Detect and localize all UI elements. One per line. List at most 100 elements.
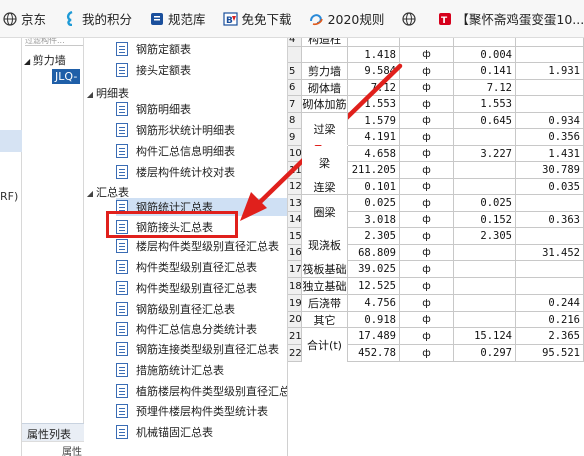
tree-node-shear-wall[interactable]: ◢ 剪力墙: [24, 52, 66, 68]
collapse-triangle-icon[interactable]: ◢: [84, 189, 96, 198]
left-edge-selected[interactable]: [0, 130, 22, 152]
table-row[interactable]: 4 构造柱: [288, 38, 584, 47]
report-item[interactable]: 构件汇总信息分类统计表: [116, 320, 261, 338]
bookmark-rules[interactable]: 2020规则: [309, 9, 384, 28]
report-item[interactable]: 楼层构件统计校对表: [116, 163, 239, 181]
bookmark-label: 我的积分: [82, 12, 133, 27]
value-a: 1.553: [454, 96, 516, 113]
table-row[interactable]: 21 合计(t) 17.489 ф 15.124 2.365: [288, 328, 584, 362]
value-b: [516, 261, 584, 278]
table-row[interactable]: 18 独立基础 12.525 ф: [288, 278, 584, 295]
bookmark-jd[interactable]: 京东: [2, 9, 46, 28]
tree-filter-input[interactable]: 过滤构件...: [25, 38, 83, 46]
globe-icon: [2, 11, 17, 26]
total-weight: 12.525: [348, 278, 400, 295]
report-item[interactable]: 机械锚固汇总表: [116, 423, 217, 441]
total-weight: 2.305: [348, 228, 400, 245]
total-weight: 68.809: [348, 245, 400, 261]
report-item[interactable]: 钢筋级别直径汇总表: [116, 300, 239, 318]
component-name: 后浇带: [302, 295, 348, 312]
grade-symbol: ф: [400, 195, 454, 212]
report-doc-icon: [116, 342, 128, 356]
bookmark-label: 规范库: [168, 12, 206, 27]
table-row[interactable]: 17 筏板基础 39.025 ф: [288, 261, 584, 278]
report-doc-icon: [116, 322, 128, 336]
value-a: 0.152: [454, 212, 516, 228]
collapse-triangle-icon[interactable]: ◢: [84, 90, 96, 99]
total-weight: 17.489: [348, 328, 400, 345]
points-icon: [63, 11, 78, 26]
table-row[interactable]: 8 过梁 1.579 ф 0.645 0.934: [288, 113, 584, 145]
book-icon: [149, 11, 164, 26]
properties-panel-title[interactable]: 属性列表: [22, 423, 84, 441]
report-item-label: 机械锚固汇总表: [136, 426, 213, 439]
table-row[interactable]: 19 后浇带 4.756 ф 0.244: [288, 295, 584, 312]
row-index: 18: [288, 278, 302, 295]
value-b: [516, 195, 584, 212]
value-a: [454, 179, 516, 195]
total-weight: 39.025: [348, 261, 400, 278]
bookmark-globe[interactable]: [401, 11, 420, 26]
table-row[interactable]: 6 砌体墙 7.12 ф 7.12: [288, 80, 584, 96]
table-row[interactable]: 10 梁 4.658 ф 3.227 1.431: [288, 146, 584, 179]
report-item[interactable]: 接头定额表: [116, 61, 195, 79]
report-item[interactable]: 钢筋连接类型级别直径汇总表: [116, 340, 283, 358]
grade-symbol: ф: [400, 179, 454, 195]
total-weight: 3.018: [348, 212, 400, 228]
bookmark-standards[interactable]: 规范库: [149, 9, 206, 28]
component-name: 筏板基础: [302, 261, 348, 278]
report-item[interactable]: 钢筋定额表: [116, 40, 195, 58]
report-item[interactable]: 预埋件楼层构件类型统计表: [116, 402, 272, 420]
report-item-label: 预埋件楼层构件类型统计表: [136, 405, 268, 418]
row-index: 13: [288, 195, 302, 212]
value-a: [454, 312, 516, 328]
report-item[interactable]: 构件汇总信息明细表: [116, 142, 239, 160]
report-item[interactable]: 措施筋统计汇总表: [116, 361, 228, 379]
tree-node-jlq[interactable]: JLQ-: [52, 69, 81, 84]
value-b: 1.431: [516, 146, 584, 162]
report-item[interactable]: 植筋楼层构件类型级别直径汇总表: [116, 382, 287, 400]
report-item[interactable]: 钢筋形状统计明细表: [116, 121, 239, 139]
report-item[interactable]: 构件类型级别直径汇总表: [116, 279, 261, 297]
table-row[interactable]: 20 其它 0.918 ф 0.216: [288, 312, 584, 328]
value-b: 0.035: [516, 179, 584, 195]
collapse-triangle-icon[interactable]: ◢: [24, 57, 33, 66]
highlight-box: [106, 211, 238, 238]
component-name: 合计(t): [302, 328, 348, 362]
bookmark-points[interactable]: 我的积分: [63, 9, 132, 28]
bookmark-tmall[interactable]: T 【聚怀斋鸡蛋变蛋10...: [437, 9, 584, 28]
value-a: [454, 129, 516, 146]
report-doc-icon: [116, 42, 128, 56]
row-index: 7: [288, 96, 302, 113]
report-doc-icon: [116, 363, 128, 377]
report-item-label: 钢筋级别直径汇总表: [136, 303, 235, 316]
report-item[interactable]: 构件类型级别直径汇总表: [116, 258, 261, 276]
grade-symbol: ф: [400, 63, 454, 80]
bookmark-download[interactable]: B 免免下载: [222, 9, 292, 28]
value-a: 0.645: [454, 113, 516, 129]
grade-symbol: ф: [400, 345, 454, 362]
row-index: 10: [288, 146, 302, 162]
table-row[interactable]: 7 砌体加筋 1.553 ф 1.553: [288, 96, 584, 113]
tree-node-label: 剪力墙: [32, 54, 66, 67]
bookmark-label: 京东: [21, 12, 47, 27]
grade-symbol: ф: [400, 328, 454, 345]
row-index: 5: [288, 63, 302, 80]
svg-text:T: T: [441, 16, 448, 26]
grade-symbol: ф: [400, 113, 454, 129]
report-item-label: 构件汇总信息分类统计表: [136, 323, 257, 336]
report-item[interactable]: 钢筋明细表: [116, 100, 195, 118]
table-row[interactable]: 15 现浇板 2.305 ф 2.305: [288, 228, 584, 261]
table-row[interactable]: 12 连梁 0.101 ф 0.035: [288, 179, 584, 195]
table-row[interactable]: 13 圈梁 0.025 ф 0.025: [288, 195, 584, 228]
component-name: 独立基础: [302, 278, 348, 295]
table-row[interactable]: 5 剪力墙 9.584 ф 0.141 1.931: [288, 63, 584, 80]
globe-icon: [401, 11, 416, 26]
report-item[interactable]: 楼层构件类型级别直径汇总表: [116, 237, 283, 255]
group-detail-tables[interactable]: ◢ 明细表: [84, 85, 129, 101]
row-index: 21: [288, 328, 302, 345]
value-b: [516, 228, 584, 245]
table-row[interactable]: 1.418 ф 0.004: [288, 47, 584, 63]
grade-symbol: ф: [400, 245, 454, 261]
total-weight: 1.579: [348, 113, 400, 129]
